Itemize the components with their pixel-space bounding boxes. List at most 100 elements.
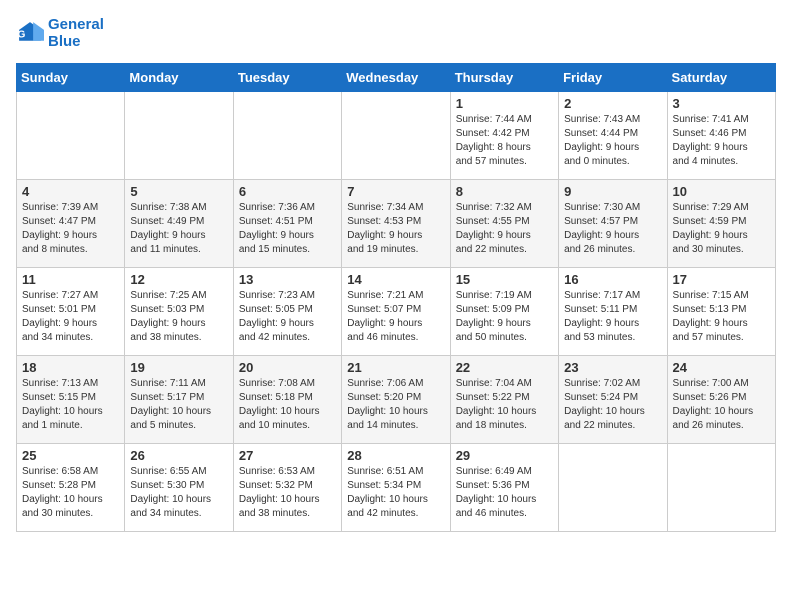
cell-content: Sunrise: 7:36 AM Sunset: 4:51 PM Dayligh… xyxy=(239,201,336,257)
calendar-cell: 20 Sunrise: 7:08 AM Sunset: 5:18 PM Dayli… xyxy=(233,355,341,443)
header-thursday: Thursday xyxy=(450,63,558,91)
svg-text:G: G xyxy=(18,30,26,41)
calendar-cell: 1 Sunrise: 7:44 AM Sunset: 4:42 PM Daylig… xyxy=(450,91,558,179)
calendar-week-1: 1 Sunrise: 7:44 AM Sunset: 4:42 PM Daylig… xyxy=(17,91,776,179)
calendar-cell: 2Sunrise: 7:43 AM Sunset: 4:44 PM Daylig… xyxy=(559,91,667,179)
cell-content: Sunrise: 7:08 AM Sunset: 5:18 PM Dayligh… xyxy=(239,377,336,433)
cell-content: Sunrise: 6:53 AM Sunset: 5:32 PM Dayligh… xyxy=(239,465,336,521)
calendar-cell xyxy=(17,91,125,179)
calendar-cell xyxy=(559,443,667,531)
header-saturday: Saturday xyxy=(667,63,775,91)
day-number: 15 xyxy=(456,272,553,287)
cell-content: Sunrise: 7:13 AM Sunset: 5:15 PM Dayligh… xyxy=(22,377,119,433)
calendar-cell xyxy=(667,443,775,531)
cell-content: Sunrise: 7:34 AM Sunset: 4:53 PM Dayligh… xyxy=(347,201,444,257)
day-number: 19 xyxy=(130,360,227,375)
cell-content: Sunrise: 6:51 AM Sunset: 5:34 PM Dayligh… xyxy=(347,465,444,521)
calendar-cell: 15 Sunrise: 7:19 AM Sunset: 5:09 PM Dayli… xyxy=(450,267,558,355)
calendar-cell: 27Sunrise: 6:53 AM Sunset: 5:32 PM Dayli… xyxy=(233,443,341,531)
calendar-cell: 12 Sunrise: 7:25 AM Sunset: 5:03 PM Dayli… xyxy=(125,267,233,355)
cell-content: Sunrise: 7:21 AM Sunset: 5:07 PM Dayligh… xyxy=(347,289,444,345)
day-number: 1 xyxy=(456,96,553,111)
header-monday: Monday xyxy=(125,63,233,91)
day-number: 29 xyxy=(456,448,553,463)
day-number: 17 xyxy=(673,272,770,287)
cell-content: Sunrise: 7:23 AM Sunset: 5:05 PM Dayligh… xyxy=(239,289,336,345)
calendar-cell: 26 Sunrise: 6:55 AM Sunset: 5:30 PM Dayli… xyxy=(125,443,233,531)
day-number: 10 xyxy=(673,184,770,199)
calendar-cell: 8 Sunrise: 7:32 AM Sunset: 4:55 PM Daylig… xyxy=(450,179,558,267)
cell-content: Sunrise: 7:30 AM Sunset: 4:57 PM Dayligh… xyxy=(564,201,661,257)
calendar-cell: 10Sunrise: 7:29 AM Sunset: 4:59 PM Dayli… xyxy=(667,179,775,267)
calendar-cell: 9 Sunrise: 7:30 AM Sunset: 4:57 PM Daylig… xyxy=(559,179,667,267)
logo: G General Blue xyxy=(16,16,104,51)
calendar-cell: 24 Sunrise: 7:00 AM Sunset: 5:26 PM Dayli… xyxy=(667,355,775,443)
calendar-cell: 25Sunrise: 6:58 AM Sunset: 5:28 PM Dayli… xyxy=(17,443,125,531)
calendar-header-row: SundayMondayTuesdayWednesdayThursdayFrid… xyxy=(17,63,776,91)
calendar-cell: 28 Sunrise: 6:51 AM Sunset: 5:34 PM Dayli… xyxy=(342,443,450,531)
header-sunday: Sunday xyxy=(17,63,125,91)
day-number: 20 xyxy=(239,360,336,375)
day-number: 6 xyxy=(239,184,336,199)
cell-content: Sunrise: 6:58 AM Sunset: 5:28 PM Dayligh… xyxy=(22,465,119,521)
logo-line2: Blue xyxy=(48,33,104,50)
calendar-cell: 6 Sunrise: 7:36 AM Sunset: 4:51 PM Daylig… xyxy=(233,179,341,267)
calendar-cell xyxy=(125,91,233,179)
header-friday: Friday xyxy=(559,63,667,91)
calendar-cell: 23Sunrise: 7:02 AM Sunset: 5:24 PM Dayli… xyxy=(559,355,667,443)
calendar-week-2: 4Sunrise: 7:39 AM Sunset: 4:47 PM Daylig… xyxy=(17,179,776,267)
calendar-cell: 19 Sunrise: 7:11 AM Sunset: 5:17 PM Dayli… xyxy=(125,355,233,443)
header-tuesday: Tuesday xyxy=(233,63,341,91)
day-number: 24 xyxy=(673,360,770,375)
day-number: 13 xyxy=(239,272,336,287)
day-number: 16 xyxy=(564,272,661,287)
logo-icon: G xyxy=(16,19,44,47)
calendar-cell: 13 Sunrise: 7:23 AM Sunset: 5:05 PM Dayli… xyxy=(233,267,341,355)
calendar-week-4: 18 Sunrise: 7:13 AM Sunset: 5:15 PM Dayli… xyxy=(17,355,776,443)
calendar-week-3: 11Sunrise: 7:27 AM Sunset: 5:01 PM Dayli… xyxy=(17,267,776,355)
calendar-cell xyxy=(233,91,341,179)
day-number: 11 xyxy=(22,272,119,287)
cell-content: Sunrise: 6:49 AM Sunset: 5:36 PM Dayligh… xyxy=(456,465,553,521)
day-number: 3 xyxy=(673,96,770,111)
day-number: 14 xyxy=(347,272,444,287)
day-number: 28 xyxy=(347,448,444,463)
calendar-cell: 3 Sunrise: 7:41 AM Sunset: 4:46 PM Daylig… xyxy=(667,91,775,179)
calendar-cell: 7Sunrise: 7:34 AM Sunset: 4:53 PM Daylig… xyxy=(342,179,450,267)
cell-content: Sunrise: 7:04 AM Sunset: 5:22 PM Dayligh… xyxy=(456,377,553,433)
cell-content: Sunrise: 7:41 AM Sunset: 4:46 PM Dayligh… xyxy=(673,113,770,169)
cell-content: Sunrise: 7:02 AM Sunset: 5:24 PM Dayligh… xyxy=(564,377,661,433)
cell-content: Sunrise: 7:39 AM Sunset: 4:47 PM Dayligh… xyxy=(22,201,119,257)
cell-content: Sunrise: 7:17 AM Sunset: 5:11 PM Dayligh… xyxy=(564,289,661,345)
cell-content: Sunrise: 7:19 AM Sunset: 5:09 PM Dayligh… xyxy=(456,289,553,345)
header: G General Blue xyxy=(16,16,776,51)
day-number: 18 xyxy=(22,360,119,375)
logo-line1: General xyxy=(48,16,104,33)
day-number: 9 xyxy=(564,184,661,199)
calendar-cell: 29 Sunrise: 6:49 AM Sunset: 5:36 PM Dayli… xyxy=(450,443,558,531)
cell-content: Sunrise: 7:32 AM Sunset: 4:55 PM Dayligh… xyxy=(456,201,553,257)
cell-content: Sunrise: 7:06 AM Sunset: 5:20 PM Dayligh… xyxy=(347,377,444,433)
calendar-cell: 11Sunrise: 7:27 AM Sunset: 5:01 PM Dayli… xyxy=(17,267,125,355)
calendar-week-5: 25Sunrise: 6:58 AM Sunset: 5:28 PM Dayli… xyxy=(17,443,776,531)
cell-content: Sunrise: 7:00 AM Sunset: 5:26 PM Dayligh… xyxy=(673,377,770,433)
cell-content: Sunrise: 7:44 AM Sunset: 4:42 PM Dayligh… xyxy=(456,113,553,169)
calendar-cell xyxy=(342,91,450,179)
calendar-cell: 5Sunrise: 7:38 AM Sunset: 4:49 PM Daylig… xyxy=(125,179,233,267)
day-number: 26 xyxy=(130,448,227,463)
calendar-cell: 14 Sunrise: 7:21 AM Sunset: 5:07 PM Dayli… xyxy=(342,267,450,355)
cell-content: Sunrise: 6:55 AM Sunset: 5:30 PM Dayligh… xyxy=(130,465,227,521)
calendar-cell: 18 Sunrise: 7:13 AM Sunset: 5:15 PM Dayli… xyxy=(17,355,125,443)
day-number: 8 xyxy=(456,184,553,199)
day-number: 12 xyxy=(130,272,227,287)
calendar-table: SundayMondayTuesdayWednesdayThursdayFrid… xyxy=(16,63,776,532)
header-wednesday: Wednesday xyxy=(342,63,450,91)
day-number: 2 xyxy=(564,96,661,111)
calendar-cell: 16 Sunrise: 7:17 AM Sunset: 5:11 PM Dayli… xyxy=(559,267,667,355)
cell-content: Sunrise: 7:25 AM Sunset: 5:03 PM Dayligh… xyxy=(130,289,227,345)
calendar-cell: 17 Sunrise: 7:15 AM Sunset: 5:13 PM Dayli… xyxy=(667,267,775,355)
calendar-cell: 21Sunrise: 7:06 AM Sunset: 5:20 PM Dayli… xyxy=(342,355,450,443)
cell-content: Sunrise: 7:11 AM Sunset: 5:17 PM Dayligh… xyxy=(130,377,227,433)
day-number: 5 xyxy=(130,184,227,199)
cell-content: Sunrise: 7:15 AM Sunset: 5:13 PM Dayligh… xyxy=(673,289,770,345)
